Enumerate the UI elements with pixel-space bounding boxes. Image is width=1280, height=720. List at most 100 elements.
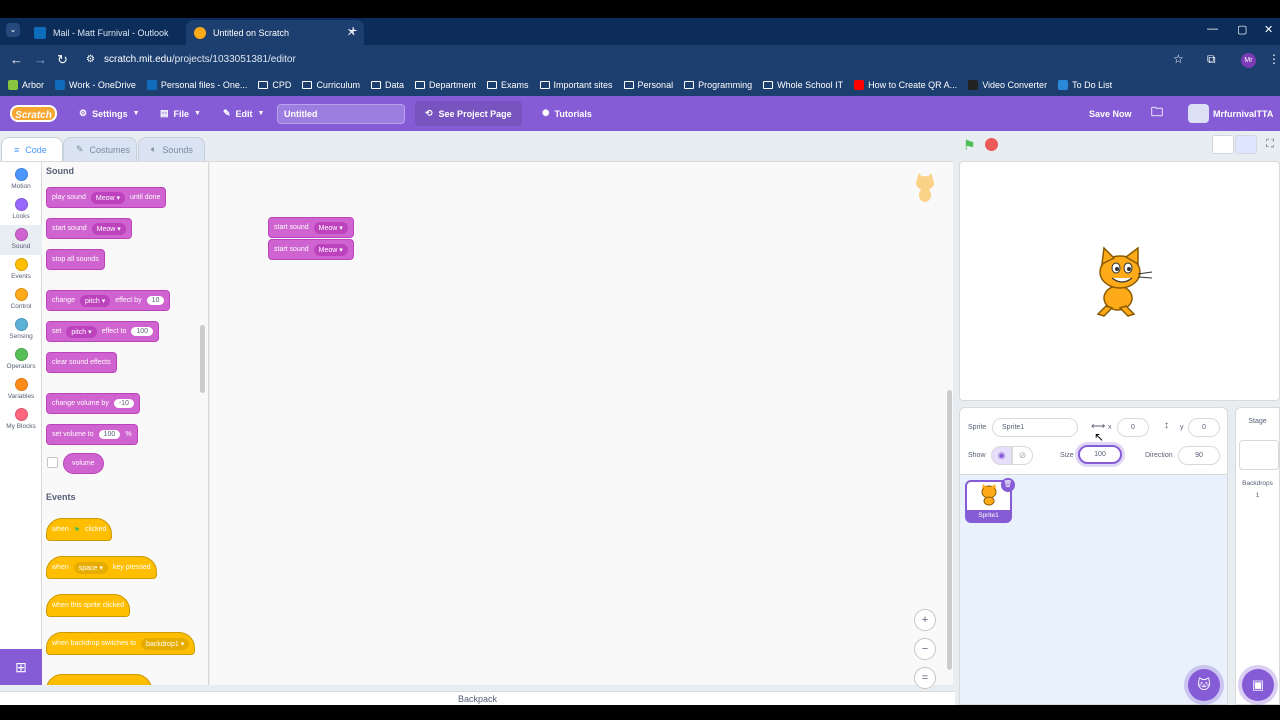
palette-scrollbar[interactable] — [200, 325, 205, 393]
sound-dropdown[interactable]: Meow ▾ — [313, 243, 348, 256]
settings-menu[interactable]: ⚙ Settings ▼ — [79, 96, 140, 131]
profile-avatar[interactable]: Mr — [1241, 53, 1256, 68]
stage-selector-panel[interactable]: Stage Backdrops 1 — [1235, 407, 1280, 705]
bookmark-item[interactable]: Programming — [684, 80, 752, 90]
forward-icon[interactable]: → — [34, 52, 47, 67]
category-control[interactable]: Control — [0, 285, 42, 315]
bookmark-item[interactable]: Arbor — [8, 79, 44, 90]
category-sound[interactable]: Sound — [0, 225, 42, 255]
sound-dropdown[interactable]: Meow ▾ — [313, 221, 348, 234]
stage-thumbnail[interactable] — [1239, 440, 1279, 470]
bookmark-star-icon[interactable]: ☆ — [1173, 52, 1184, 66]
zoom-out-button[interactable]: − — [914, 638, 936, 660]
maximize-icon[interactable]: ▢ — [1237, 23, 1247, 36]
save-now-button[interactable]: Save Now — [1089, 96, 1132, 131]
effect-dropdown[interactable]: pitch ▾ — [66, 325, 97, 338]
sound-dropdown[interactable]: Meow ▾ — [91, 222, 126, 235]
scratch-logo[interactable]: Scratch — [10, 105, 57, 122]
show-visible-eye-icon[interactable]: ◉ — [991, 446, 1012, 465]
bookmark-item[interactable]: Video Converter — [968, 79, 1047, 90]
block-play-sound-until-done[interactable]: play sound Meow ▾ until done — [46, 187, 167, 208]
block-when-backdrop-switches[interactable]: when backdrop switches to backdrop1 ▾ — [46, 632, 196, 655]
site-info-icon[interactable]: ⚙ — [86, 50, 95, 69]
category-my-blocks[interactable]: My Blocks — [0, 405, 42, 435]
block-start-sound[interactable]: start sound Meow ▾ — [46, 218, 132, 239]
bookmark-item[interactable]: Personal files - One... — [146, 79, 247, 90]
number-input[interactable]: 10 — [146, 296, 165, 305]
script-block-start-sound[interactable]: start sound Meow ▾ — [268, 239, 354, 260]
backdrop-dropdown[interactable]: backdrop1 ▾ — [141, 637, 190, 650]
direction-input[interactable]: 90 — [1178, 446, 1220, 465]
block-when-flag-clicked[interactable]: when ⚑ clicked — [46, 518, 113, 541]
new-tab-button[interactable]: + — [349, 22, 357, 38]
project-title-input[interactable]: Untitled — [277, 104, 405, 124]
bookmark-item[interactable]: How to Create QR A... — [854, 79, 957, 90]
bookmark-item[interactable]: Data — [370, 80, 404, 90]
bookmark-item[interactable]: Personal — [623, 80, 673, 90]
see-project-page-button[interactable]: ⟲ See Project Page — [415, 101, 522, 126]
bookmark-item[interactable]: Curriculum — [302, 80, 360, 90]
bookmark-item[interactable]: Department — [414, 80, 476, 90]
choose-backdrop-button[interactable]: ▣ — [1242, 669, 1274, 701]
block-when-sprite-clicked[interactable]: when this sprite clicked — [46, 594, 130, 617]
sound-dropdown[interactable]: Meow ▾ — [90, 191, 126, 204]
number-input[interactable]: 100 — [131, 327, 154, 336]
add-extension-button[interactable]: ⊞ — [0, 649, 42, 685]
stage-canvas[interactable] — [959, 161, 1280, 401]
number-input[interactable]: 100 — [98, 430, 121, 439]
block-volume-reporter[interactable]: volume — [63, 453, 104, 474]
reload-icon[interactable]: ↻ — [57, 52, 68, 68]
block-set-volume[interactable]: set volume to 100 % — [46, 424, 138, 445]
cat-sprite[interactable] — [1086, 246, 1156, 318]
hide-eye-slash-icon[interactable]: ⊘ — [1012, 446, 1033, 465]
url-field[interactable]: ⚙ scratch.mit.edu/projects/1033051381/ed… — [78, 50, 1200, 69]
category-motion[interactable]: Motion — [0, 165, 42, 195]
bookmark-item[interactable]: Whole School IT — [763, 80, 843, 90]
category-looks[interactable]: Looks — [0, 195, 42, 225]
tutorials-button[interactable]: ✺ Tutorials — [542, 96, 592, 131]
minimize-icon[interactable]: — — [1207, 23, 1218, 35]
category-sensing[interactable]: Sensing — [0, 315, 42, 345]
tab-search-icon[interactable]: ⌄ — [6, 23, 20, 37]
block-change-volume[interactable]: change volume by -10 — [46, 393, 140, 414]
bookmark-item[interactable]: CPD — [258, 80, 291, 90]
sprite-name-input[interactable]: Sprite1 — [992, 418, 1078, 437]
volume-monitor-checkbox[interactable] — [47, 457, 58, 468]
x-position-input[interactable]: 0 — [1117, 418, 1149, 437]
delete-sprite-trash-icon[interactable]: 🗑︎ — [1001, 478, 1015, 492]
block-when-key-pressed[interactable]: when space ▾ key pressed — [46, 556, 157, 579]
block-stop-all-sounds[interactable]: stop all sounds — [46, 249, 105, 270]
small-stage-button[interactable] — [1212, 135, 1234, 154]
my-stuff-folder-icon[interactable]: 🗀 — [1151, 96, 1163, 131]
extensions-icon[interactable]: ⧉ — [1207, 52, 1216, 67]
block-event-partial[interactable] — [46, 674, 152, 685]
stop-button[interactable] — [985, 138, 998, 151]
browser-tab-outlook[interactable]: Mail - Matt Furnival - Outlook ✕ — [26, 20, 204, 45]
file-menu[interactable]: ▤ File ▼ — [160, 96, 201, 131]
green-flag-button[interactable]: ⚑ — [963, 137, 976, 154]
tab-code[interactable]: ≡ Code — [1, 137, 63, 161]
bookmark-item[interactable]: Work - OneDrive — [55, 79, 136, 90]
bookmark-item[interactable]: Exams — [487, 80, 529, 90]
tab-costumes[interactable]: ✎ Costumes — [63, 137, 137, 161]
zoom-reset-button[interactable]: = — [914, 667, 936, 689]
size-input[interactable]: 100 — [1078, 445, 1122, 464]
block-set-effect[interactable]: set pitch ▾ effect to 100 — [46, 321, 160, 342]
effect-dropdown[interactable]: pitch ▾ — [79, 294, 111, 307]
workspace-scrollbar[interactable] — [947, 390, 952, 670]
browser-menu-icon[interactable]: ⋮ — [1268, 52, 1280, 66]
category-operators[interactable]: Operators — [0, 345, 42, 375]
normal-stage-button[interactable] — [1235, 135, 1257, 154]
edit-menu[interactable]: ✎ Edit ▼ — [223, 96, 264, 131]
code-workspace[interactable]: start sound Meow ▾ start sound Meow ▾ — [210, 161, 953, 685]
choose-sprite-button[interactable]: 🐱︎ — [1188, 669, 1220, 701]
script-block-start-sound[interactable]: start sound Meow ▾ — [268, 217, 354, 238]
number-input[interactable]: -10 — [113, 399, 134, 408]
close-window-icon[interactable]: ✕ — [1264, 23, 1273, 36]
fullscreen-icon[interactable]: ⛶ — [1260, 135, 1280, 154]
browser-tab-scratch[interactable]: Untitled on Scratch ✕ — [186, 20, 364, 45]
back-icon[interactable]: ← — [10, 52, 23, 67]
block-clear-sound-effects[interactable]: clear sound effects — [46, 352, 117, 373]
backpack-bar[interactable]: Backpack — [0, 691, 955, 705]
bookmark-item[interactable]: Important sites — [539, 80, 613, 90]
